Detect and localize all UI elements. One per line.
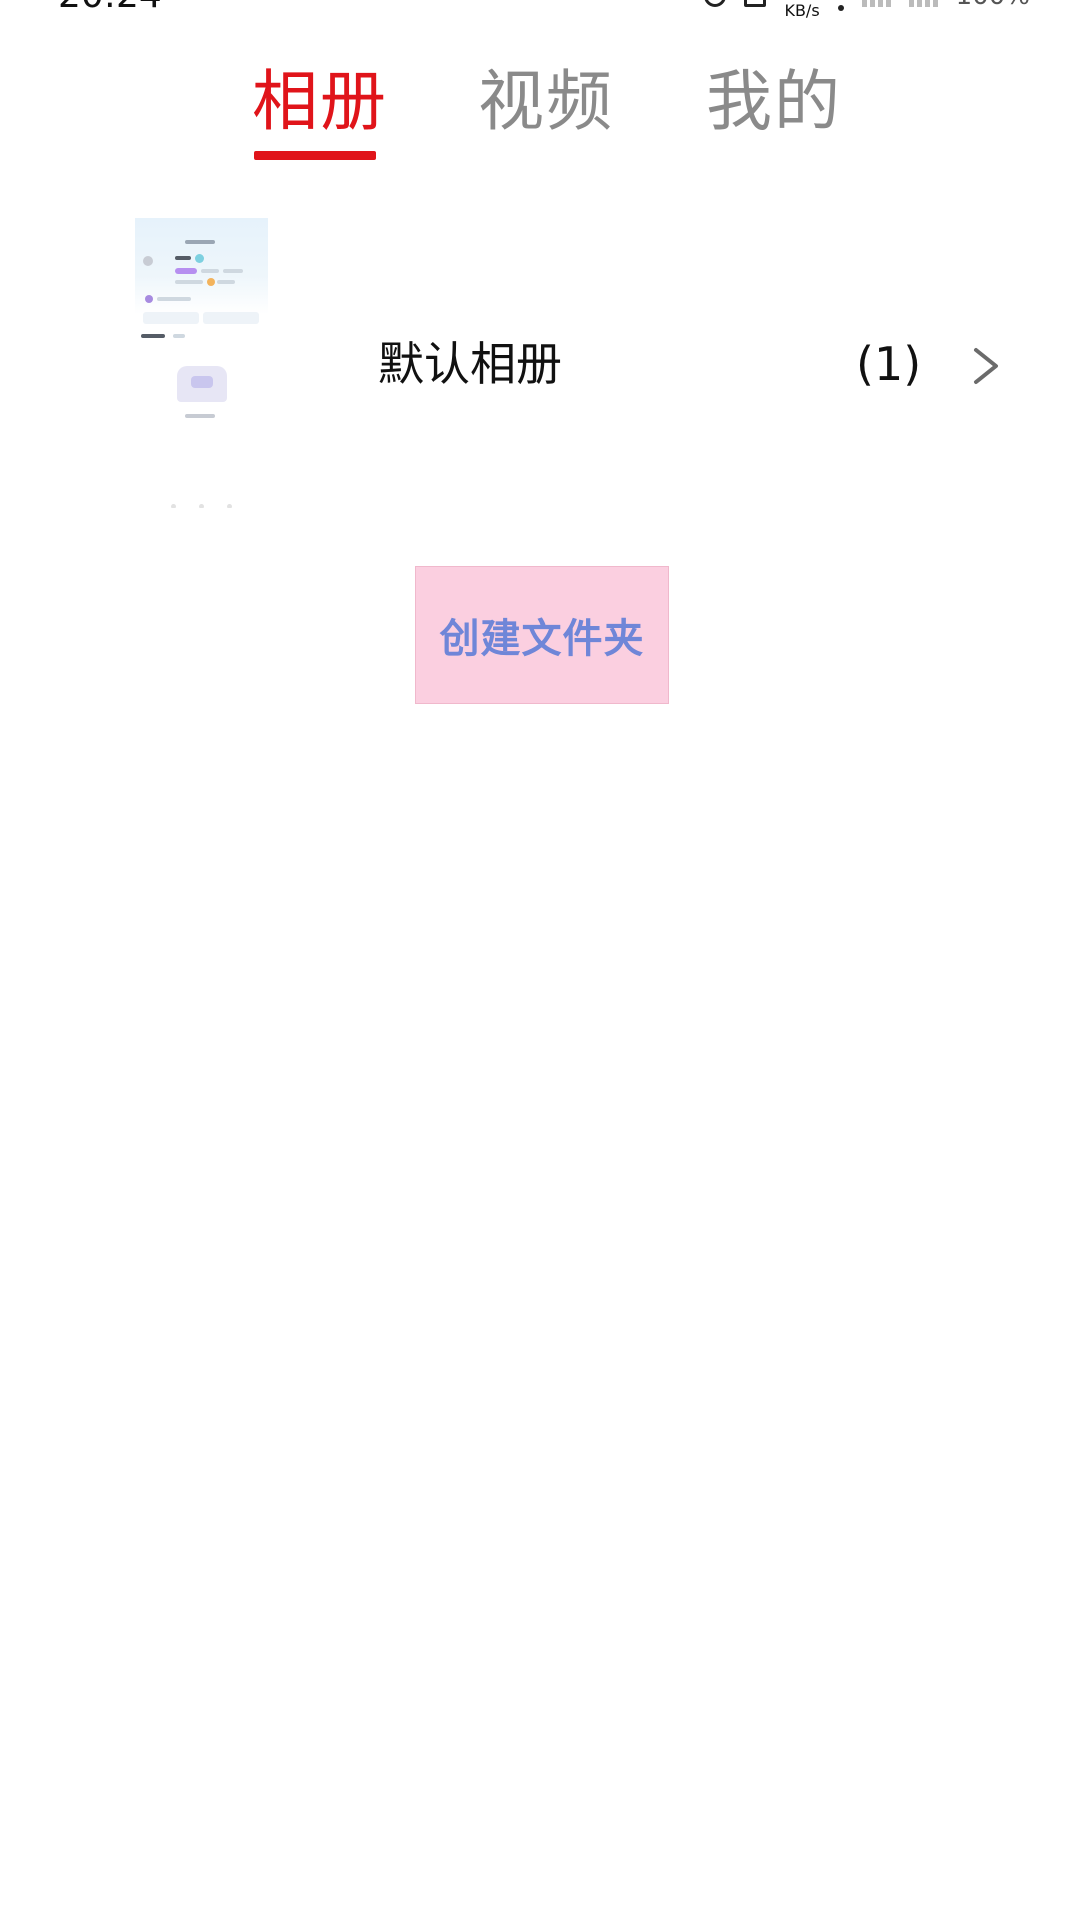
signal-icon-2 [908, 0, 938, 7]
thumbnail-dot [207, 278, 215, 286]
album-thumbnail [135, 218, 268, 508]
thumbnail-line [201, 269, 219, 273]
wifi-icon [837, 5, 844, 11]
thumbnail-badge [195, 254, 204, 263]
thumbnail-line [175, 280, 203, 284]
alarm-icon [704, 0, 727, 7]
thumbnail-page-dot [171, 504, 176, 508]
thumbnail-title-line [185, 240, 215, 244]
thumbnail-illustration [177, 366, 227, 402]
thumbnail-card [203, 312, 259, 324]
thumbnail-tab-line [141, 334, 165, 338]
album-count: (1) [856, 337, 922, 391]
tab-mine[interactable]: 我的 [706, 62, 842, 142]
chevron-right-icon[interactable] [968, 346, 1004, 386]
thumbnail-name-line [175, 256, 191, 260]
thumbnail-line [157, 297, 191, 301]
tab-active-indicator [254, 151, 376, 160]
tab-bar: 相册 视频 我的 [0, 62, 1080, 162]
thumbnail-dot [145, 295, 153, 303]
album-name: 默认相册 [378, 337, 562, 391]
thumbnail-header [135, 218, 268, 314]
create-folder-button[interactable]: 创建文件夹 [415, 566, 669, 704]
battery-level: 100% [956, 0, 1030, 11]
thumbnail-line [223, 269, 243, 273]
signal-icon [861, 0, 891, 7]
status-time: 20:24 [58, 0, 162, 16]
bell-icon [744, 0, 767, 7]
thumbnail-line [217, 280, 235, 284]
net-speed-unit: KB/s [784, 0, 820, 20]
thumbnail-avatar [143, 256, 153, 266]
thumbnail-pill [175, 268, 197, 274]
thumbnail-caption [185, 414, 215, 418]
tab-videos[interactable]: 视频 [478, 62, 614, 142]
thumbnail-card [143, 312, 199, 324]
album-row-default[interactable]: 默认相册 (1) [0, 210, 1080, 510]
thumbnail-page-dot [199, 504, 204, 508]
thumbnail-tab-line [173, 334, 185, 338]
status-icons: KB/s 100% [704, 0, 1030, 20]
thumbnail-page-dot [227, 504, 232, 508]
status-bar: 20:24 KB/s 100% [0, 0, 1080, 20]
album-screen: 20:24 KB/s 100% 相册 视频 我的 [0, 0, 1080, 1920]
tab-albums[interactable]: 相册 [252, 62, 388, 142]
